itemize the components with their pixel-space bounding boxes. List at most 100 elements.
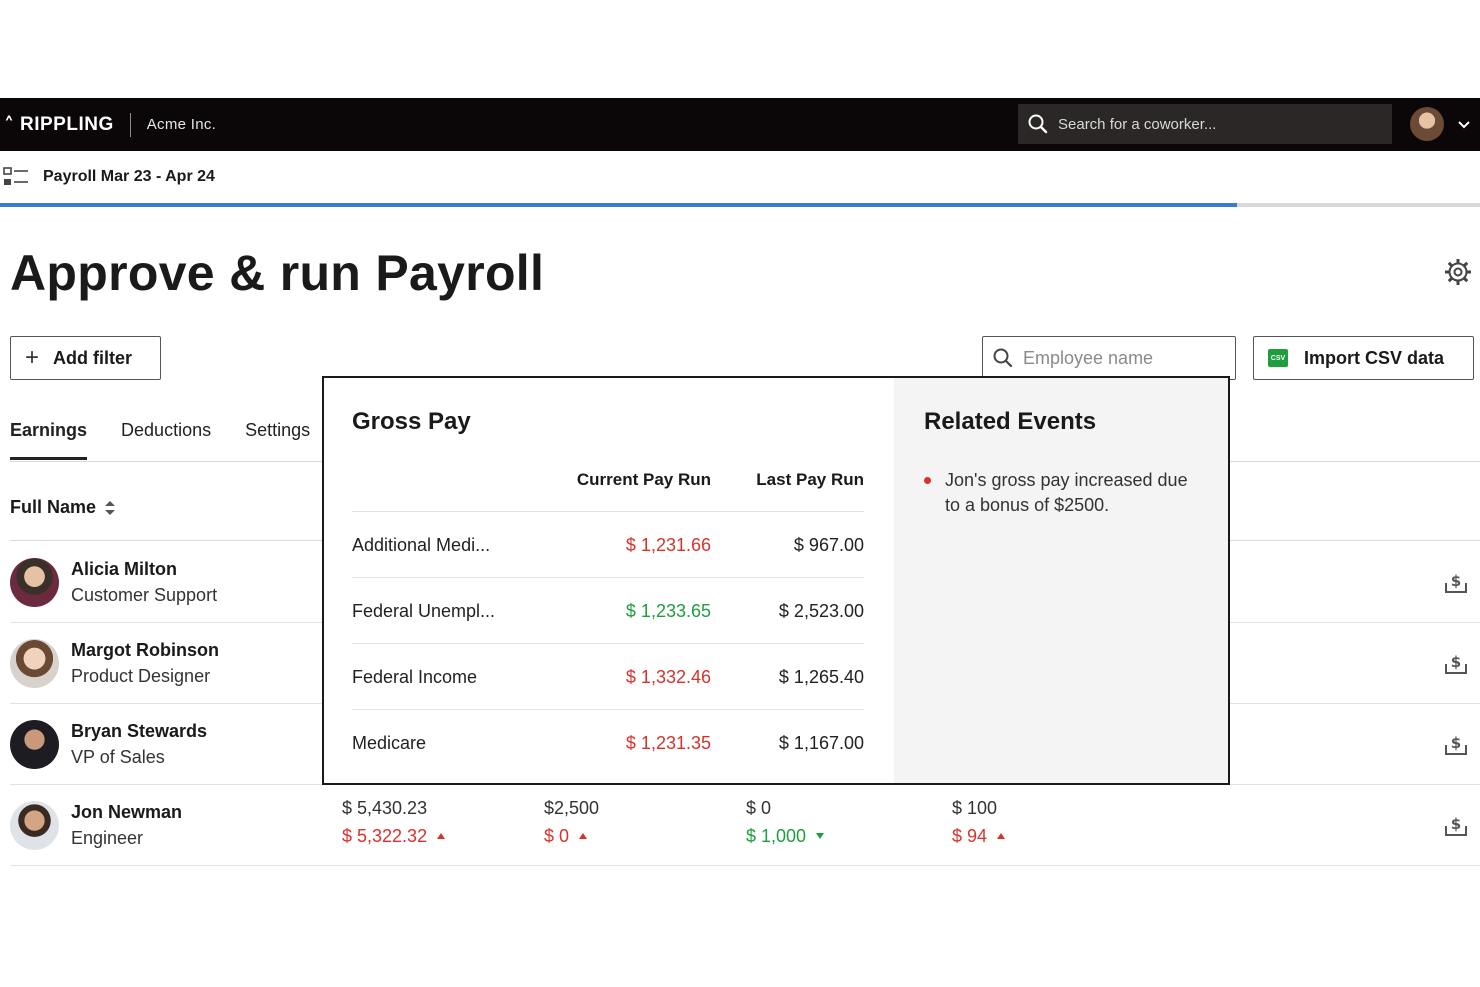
tab-deductions[interactable]: Deductions: [121, 420, 211, 460]
bonus-current-value: $ 0: [544, 826, 570, 846]
sort-icon[interactable]: [104, 499, 116, 517]
current-pay-value: $ 1,231.35: [625, 733, 711, 753]
related-events-list: Jon's gross pay increased due to a bonus…: [924, 468, 1198, 518]
progress-bar: [0, 203, 1480, 207]
svg-text:$: $: [1451, 815, 1461, 833]
related-event-text: Jon's gross pay increased due to a bonus…: [945, 470, 1188, 515]
employee-name: Bryan Stewards: [71, 721, 208, 741]
top-nav: ˄ RIPPLING Acme Inc. Search for a cowork…: [0, 98, 1480, 151]
svg-text:$: $: [1451, 734, 1461, 752]
gross-pay-row: Federal Unempl... $ 1,233.65 $ 2,523.00: [352, 577, 864, 643]
brand-name: RIPPLING: [20, 113, 114, 135]
commission-current-value: $ 1,000: [746, 826, 807, 846]
employee-name: Alicia Milton: [71, 559, 178, 579]
menu-list-icon[interactable]: [3, 166, 29, 188]
employee-role: Customer Support: [71, 585, 218, 605]
table-row[interactable]: Jon Newman Engineer $ 5,430.23 $ 5,322.3…: [10, 785, 1480, 866]
trend-down-icon: [816, 833, 825, 839]
trend-up-icon: [997, 833, 1006, 839]
svg-text:$: $: [1451, 653, 1461, 671]
bonus-previous: $2,500: [544, 798, 600, 818]
employee-search-field[interactable]: Employee name: [982, 336, 1236, 380]
last-pay-value: $ 967.00: [793, 535, 864, 555]
reimbursement-previous: $ 100: [952, 798, 998, 818]
gross-pay-column-headers: Current Pay Run Last Pay Run: [352, 470, 864, 490]
employee-search-input[interactable]: Employee name: [1023, 348, 1153, 369]
payroll-page: ˄ RIPPLING Acme Inc. Search for a cowork…: [0, 0, 1480, 987]
employee-role: Engineer: [71, 828, 144, 848]
tab-earnings[interactable]: Earnings: [10, 420, 88, 460]
tax-label: Medicare: [352, 733, 427, 753]
current-pay-value: $ 1,233.65: [625, 601, 711, 621]
breadcrumb: Payroll Mar 23 - Apr 24: [0, 165, 215, 189]
bullet-icon: [924, 477, 931, 484]
trend-up-icon: [579, 833, 588, 839]
user-avatar[interactable]: [1410, 107, 1444, 141]
gross-pay-row: Medicare $ 1,231.35 $ 1,167.00: [352, 709, 864, 775]
employee-role: VP of Sales: [71, 747, 165, 767]
commission-current[interactable]: $ 1,000: [746, 826, 825, 847]
gross-pay-title: Gross Pay: [352, 408, 471, 435]
chevron-down-icon[interactable]: [1456, 117, 1472, 133]
gross-pay-row: Additional Medi... $ 1,231.66 $ 967.00: [352, 511, 864, 577]
gross-pay-table: Additional Medi... $ 1,231.66 $ 967.00 F…: [352, 511, 864, 775]
page-title: Approve & run Payroll: [10, 245, 545, 301]
employee-role: Product Designer: [71, 666, 211, 686]
related-events-panel: Related Events Jon's gross pay increased…: [894, 378, 1228, 783]
reimbursement-current-value: $ 94: [952, 826, 988, 846]
trend-up-icon: [437, 833, 446, 839]
bonus-current[interactable]: $ 0: [544, 826, 588, 847]
tax-label: Federal Unempl...: [352, 601, 496, 621]
gross-pay-panel: Gross Pay Current Pay Run Last Pay Run A…: [324, 378, 894, 783]
brand-divider: [129, 112, 131, 137]
search-icon: [993, 348, 1013, 368]
tab-settings[interactable]: Settings: [245, 420, 310, 460]
download-pay-icon[interactable]: $: [1444, 569, 1468, 595]
avatar: [10, 558, 59, 607]
employee-name: Jon Newman: [71, 802, 183, 822]
related-event-item: Jon's gross pay increased due to a bonus…: [924, 468, 1198, 518]
gross-pay-current[interactable]: $ 5,322.32: [342, 826, 446, 847]
employee-name: Margot Robinson: [71, 640, 219, 660]
breadcrumb-label: Payroll Mar 23 - Apr 24: [43, 168, 215, 185]
current-pay-run-header: Current Pay Run: [576, 470, 711, 489]
plus-icon: +: [25, 344, 40, 371]
coworker-search-input[interactable]: Search for a coworker...: [1058, 116, 1216, 133]
progress-fill: [0, 203, 1238, 207]
full-name-header[interactable]: Full Name: [10, 497, 116, 518]
related-events-title: Related Events: [924, 408, 1097, 435]
current-pay-value: $ 1,231.66: [625, 535, 711, 555]
gross-pay-row: Federal Income $ 1,332.46 $ 1,265.40: [352, 643, 864, 709]
gross-pay-popover: Gross Pay Current Pay Run Last Pay Run A…: [322, 376, 1230, 785]
last-pay-value: $ 1,167.00: [778, 733, 864, 753]
gear-icon[interactable]: [1444, 258, 1472, 286]
brand[interactable]: ˄ RIPPLING: [0, 98, 114, 151]
download-pay-icon[interactable]: $: [1444, 650, 1468, 676]
rippling-logo-icon: ˄: [4, 112, 14, 137]
full-name-header-label: Full Name: [10, 497, 97, 517]
commission-previous: $ 0: [746, 798, 772, 818]
download-pay-icon[interactable]: $: [1444, 731, 1468, 757]
search-icon: [1028, 114, 1048, 134]
download-pay-icon[interactable]: $: [1444, 812, 1468, 838]
last-pay-value: $ 1,265.40: [778, 667, 864, 687]
payroll-tabs: Earnings Deductions Settings: [10, 420, 344, 460]
import-csv-label: Import CSV data: [1304, 347, 1445, 368]
gross-pay-previous: $ 5,430.23: [342, 798, 428, 818]
gross-pay-current-value: $ 5,322.32: [342, 826, 428, 846]
current-pay-value: $ 1,332.46: [625, 667, 711, 687]
company-name[interactable]: Acme Inc.: [147, 116, 216, 133]
csv-file-icon: CSV: [1268, 349, 1288, 367]
last-pay-run-header: Last Pay Run: [756, 470, 864, 489]
avatar: [10, 720, 59, 769]
add-filter-button[interactable]: + Add filter: [10, 336, 161, 380]
last-pay-value: $ 2,523.00: [778, 601, 864, 621]
tax-label: Additional Medi...: [352, 535, 491, 555]
avatar: [10, 639, 59, 688]
svg-text:$: $: [1451, 572, 1461, 590]
tax-label: Federal Income: [352, 667, 478, 687]
add-filter-label: Add filter: [53, 347, 133, 368]
import-csv-button[interactable]: CSV Import CSV data: [1253, 336, 1474, 380]
reimbursement-current[interactable]: $ 94: [952, 826, 1006, 847]
coworker-search[interactable]: Search for a coworker...: [1018, 104, 1392, 144]
